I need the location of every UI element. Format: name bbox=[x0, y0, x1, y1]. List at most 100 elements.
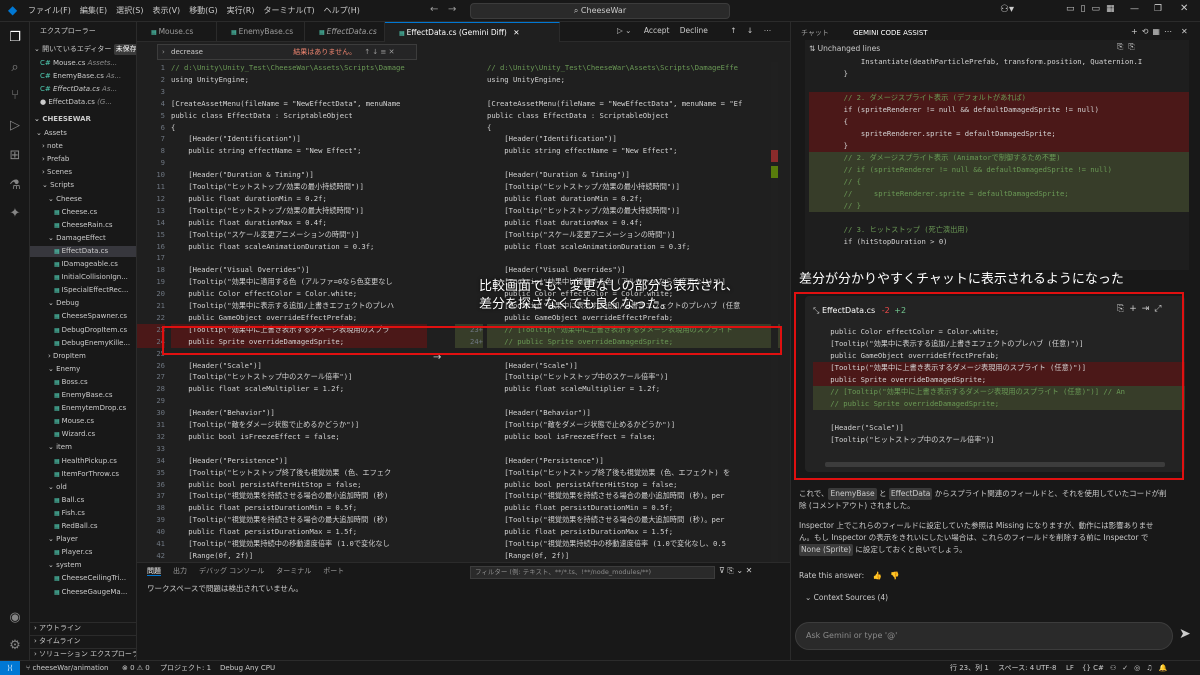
problems-count[interactable]: ⊗ 0 ⚠ 0 bbox=[122, 661, 150, 675]
editor-tab[interactable]: ▦ Mouse.cs bbox=[137, 22, 217, 42]
tree-folder[interactable]: ⌄ item bbox=[30, 442, 136, 453]
tree-file[interactable]: ▦ CheeseCeilingTri... bbox=[30, 573, 136, 584]
tree-file[interactable]: ▦ Cheese.cs bbox=[30, 207, 136, 218]
open-editors-header[interactable]: ⌄ 開いているエディター 未保存 (1) bbox=[34, 44, 136, 55]
tree-file[interactable]: ▦ HealthPickup.cs bbox=[30, 456, 136, 467]
restore-icon[interactable]: ❐ bbox=[1154, 4, 1162, 14]
sidebar-section-header[interactable]: › タイムライン bbox=[30, 635, 136, 646]
tree-folder[interactable]: › DropItem bbox=[30, 351, 136, 362]
tree-file[interactable]: ▦ EnemytemDrop.cs bbox=[30, 403, 136, 414]
sidebar-section-header[interactable]: › ソリューション エクスプローラー bbox=[30, 648, 136, 659]
settings-gear-icon[interactable]: ⚙ bbox=[7, 638, 23, 654]
tree-folder[interactable]: ⌄ Scripts bbox=[30, 180, 136, 191]
tree-file[interactable]: ▦ CheeseGaugeMa... bbox=[30, 587, 136, 598]
run-debug-icon[interactable]: ▷ bbox=[7, 118, 23, 134]
chat-input[interactable]: Ask Gemini or type '@' bbox=[795, 622, 1173, 650]
find-nav-icons[interactable]: ↑ ↓ ≡ ✕ bbox=[364, 48, 394, 56]
tree-file[interactable]: ▦ EnemyBase.cs bbox=[30, 390, 136, 401]
account-icon[interactable]: ◉ bbox=[7, 610, 23, 626]
editor-tab[interactable]: ▦ EffectData.cs (Gemini Diff) ✕ bbox=[385, 22, 560, 42]
tree-file[interactable]: ▦ Fish.cs bbox=[30, 508, 136, 519]
filter-icon[interactable]: ⊽ ⎘ ⌄ ✕ bbox=[719, 566, 752, 576]
extensions-icon[interactable]: ⊞ bbox=[7, 148, 23, 164]
tree-folder[interactable]: › Scenes bbox=[30, 167, 136, 178]
panel-tab[interactable]: 問題 bbox=[147, 567, 161, 576]
tree-folder[interactable]: ⌄ DamageEffect bbox=[30, 233, 136, 244]
unchanged-lines[interactable]: ⇅ Unchanged lines bbox=[809, 44, 880, 53]
tree-folder[interactable]: ⌄ Debug bbox=[30, 298, 136, 309]
tree-folder[interactable]: ⌄ system bbox=[30, 560, 136, 571]
tree-file[interactable]: ▦ DebugDropItem.cs bbox=[30, 325, 136, 336]
run-icon[interactable]: ▷ ⌄ bbox=[617, 26, 631, 35]
decline-button[interactable]: Decline bbox=[680, 26, 708, 35]
tree-folder[interactable]: ⌄ old bbox=[30, 482, 136, 493]
eol-status[interactable]: LF bbox=[1066, 661, 1074, 675]
menu-item[interactable]: ファイル(F) bbox=[28, 0, 71, 22]
minimize-icon[interactable]: — bbox=[1130, 4, 1139, 14]
open-editor-item[interactable]: C# Mouse.cs Assets... bbox=[30, 58, 136, 69]
nav-down-icon[interactable]: ↓ bbox=[747, 26, 753, 35]
open-editor-item[interactable]: ● EffectData.cs (G... bbox=[30, 97, 136, 108]
tree-file[interactable]: ▦ Boss.cs bbox=[30, 377, 136, 388]
back-arrow-icon[interactable]: ← bbox=[430, 4, 438, 15]
debug-config[interactable]: Debug Any CPU bbox=[220, 661, 275, 675]
menu-item[interactable]: 実行(R) bbox=[227, 0, 255, 22]
tree-file[interactable]: ▦ CheeseRain.cs bbox=[30, 220, 136, 231]
context-sources[interactable]: ⌄ Context Sources (4) bbox=[805, 593, 888, 602]
problems-filter[interactable]: フィルター (例: テキスト、**/*.ts、!**/node_modules/… bbox=[470, 566, 715, 579]
panel-tab[interactable]: ポート bbox=[323, 567, 344, 575]
tab-chat[interactable]: チャット bbox=[801, 29, 829, 37]
copilot-icon[interactable]: ⚇▾ bbox=[1000, 4, 1014, 15]
cursor-position[interactable]: 行 23、列 1 bbox=[950, 661, 989, 675]
send-icon[interactable]: ➤ bbox=[1179, 626, 1191, 642]
chat-actions-icons[interactable]: +⟲▦⋯ bbox=[1131, 27, 1176, 36]
accept-button[interactable]: Accept bbox=[644, 26, 670, 35]
tree-file[interactable]: ▦ Mouse.cs bbox=[30, 416, 136, 427]
search-icon[interactable]: ⌕ bbox=[7, 60, 23, 76]
tree-file[interactable]: ▦ Wizard.cs bbox=[30, 429, 136, 440]
close-icon[interactable]: ✕ bbox=[1180, 3, 1188, 14]
language-status[interactable]: {} C# bbox=[1082, 661, 1104, 675]
panel-tab[interactable]: デバッグ コンソール bbox=[199, 567, 264, 575]
open-editor-item[interactable]: C# EnemyBase.cs As... bbox=[30, 71, 136, 82]
command-search[interactable]: ⌕ CheeseWar bbox=[470, 3, 730, 19]
menu-item[interactable]: 編集(E) bbox=[80, 0, 107, 22]
tree-file[interactable]: ▦ Ball.cs bbox=[30, 495, 136, 506]
open-diff-icon[interactable]: ⎘⎘ bbox=[1117, 42, 1140, 52]
remote-icon[interactable]: ⟩⟨ bbox=[0, 661, 20, 675]
tree-folder[interactable]: ⌄ Player bbox=[30, 534, 136, 545]
source-control-icon[interactable]: ⑂ bbox=[7, 88, 23, 104]
tree-file[interactable]: ▦ ItemForThrow.cs bbox=[30, 469, 136, 480]
tree-folder[interactable]: ⌄ Cheese bbox=[30, 194, 136, 205]
menu-item[interactable]: 移動(G) bbox=[189, 0, 217, 22]
tree-folder[interactable]: ⌄ Enemy bbox=[30, 364, 136, 375]
tree-folder[interactable]: ⌄ Assets bbox=[30, 128, 136, 139]
layout-icons[interactable]: ▭▯▭▦ bbox=[1066, 4, 1120, 14]
tree-file[interactable]: ▦ RedBall.cs bbox=[30, 521, 136, 532]
close-icon[interactable]: ✕ bbox=[513, 28, 519, 37]
thumbs-up-icon[interactable]: 👍 bbox=[873, 571, 882, 580]
editor-tab[interactable]: ▦ EnemyBase.cs bbox=[217, 22, 305, 42]
status-icons[interactable]: ⚇✓◎♫🔔 bbox=[1110, 661, 1173, 675]
indent-status[interactable]: スペース: 4 bbox=[998, 661, 1034, 675]
explorer-icon[interactable]: ❐ bbox=[7, 30, 23, 46]
tree-file[interactable]: ▦ ISpecialEffectRec... bbox=[30, 285, 136, 296]
open-editor-item[interactable]: C# EffectData.cs As... bbox=[30, 84, 136, 95]
tree-file[interactable]: ▦ InitialCollisionIgn... bbox=[30, 272, 136, 283]
tree-file[interactable]: ▦ Player.cs bbox=[30, 547, 136, 558]
tree-folder[interactable]: › note bbox=[30, 141, 136, 152]
menu-item[interactable]: 選択(S) bbox=[116, 0, 143, 22]
tree-file[interactable]: ▦ EffectData.cs bbox=[30, 245, 136, 257]
find-input[interactable]: decrease bbox=[171, 45, 251, 59]
panel-tab[interactable]: 出力 bbox=[173, 567, 187, 575]
editor-tab[interactable]: ▦ EffectData.cs bbox=[305, 22, 385, 42]
forward-arrow-icon[interactable]: → bbox=[448, 4, 456, 15]
branch-status[interactable]: ⑂ cheeseWar/animation bbox=[26, 661, 108, 675]
sidebar-section-header[interactable]: › アウトライン bbox=[30, 622, 136, 633]
encoding-status[interactable]: UTF-8 bbox=[1036, 661, 1056, 675]
diff-options-icon[interactable]: ⋯ bbox=[764, 26, 772, 35]
testing-icon[interactable]: ⚗ bbox=[7, 178, 23, 194]
project-header[interactable]: ⌄ CHEESEWAR bbox=[34, 114, 136, 125]
nav-up-icon[interactable]: ↑ bbox=[730, 26, 736, 35]
tree-file[interactable]: ▦ IDamageable.cs bbox=[30, 259, 136, 270]
